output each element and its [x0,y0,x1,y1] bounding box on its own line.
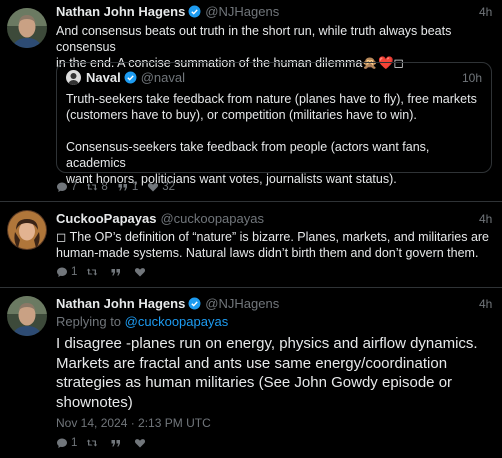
reply-button[interactable]: 1 [56,436,77,450]
tweet-text-line: human-made systems. Natural laws didn’t … [56,246,479,260]
quote-text-line: Consensus-seekers take feedback from peo… [66,140,430,170]
replying-to-link[interactable]: @cuckoopapayas [125,314,229,329]
heart-icon [135,268,146,277]
avatar-naval [66,70,81,85]
tweet-timestamp[interactable]: Nov 14, 2024 · 2:13 PM UTC [56,415,211,431]
heart-icon [135,439,146,448]
tweet-text-line: And consensus beats out truth in the sho… [56,24,452,54]
retweet-icon [87,183,98,191]
replying-to-prefix: Replying to [56,314,122,329]
quote-button[interactable]: 1 [117,180,138,194]
quote-author-handle: @naval [140,70,185,85]
author-name[interactable]: Nathan John Hagens [56,296,185,311]
divider [0,287,502,288]
author-name[interactable]: CuckooPapayas [56,211,156,226]
heart-icon [148,183,159,192]
quoted-tweet[interactable]: Naval @naval 10h Truth-seekers take feedb… [56,62,492,186]
reply-button[interactable]: 1 [56,265,77,279]
tweet-actions: 7 8 1 32 [56,180,184,194]
tweet-text: I disagree -planes run on energy, physic… [56,334,496,412]
like-count: 32 [162,181,176,193]
verified-badge-icon [188,297,201,310]
tweet-time[interactable]: 4h [479,211,492,227]
quote-button[interactable] [110,266,125,278]
retweet-count: 8 [101,181,108,193]
avatar-photo [7,296,47,336]
avatar-photo [66,70,81,85]
tweet3-header: Nathan John Hagens @NJHagens [56,296,279,312]
avatar-photo [7,8,47,48]
quote-author-name: Naval [86,70,121,85]
reply-count: 7 [71,181,78,193]
reply-count: 1 [71,437,78,449]
tweet2-header: CuckooPapayas @cuckoopapayas [56,211,264,227]
quote-icon [118,184,127,191]
quote-text-line: (customers have to buy), or competition … [66,108,417,122]
quote-header: Naval @naval [86,70,185,86]
retweet-icon [87,439,98,447]
author-handle[interactable]: @NJHagens [205,4,279,19]
replying-to: Replying to @cuckoopapayas [56,314,228,330]
quote-time: 10h [461,71,482,85]
author-handle[interactable]: @cuckoopapayas [160,211,264,226]
tweet-time[interactable]: 4h [479,4,492,20]
like-button[interactable] [134,437,149,449]
retweet-button[interactable]: 8 [86,180,108,194]
avatar-njhagens[interactable] [7,296,47,336]
quote-button[interactable] [110,437,125,449]
avatar-cuckoopapayas[interactable] [7,210,47,250]
like-button[interactable]: 32 [147,180,175,194]
reply-icon [57,438,67,448]
retweet-button[interactable] [86,266,101,278]
like-button[interactable] [134,266,149,278]
tweet-text-line: I disagree -planes run on energy, physic… [56,335,478,352]
author-name[interactable]: Nathan John Hagens [56,4,185,19]
quote-icon [111,440,121,447]
retweet-icon [87,268,98,276]
reply-count: 1 [71,266,78,278]
retweet-button[interactable] [86,437,101,449]
tweet1-header: Nathan John Hagens @NJHagens [56,4,279,20]
quote-text-line: Truth-seekers take feedback from nature … [66,92,477,106]
avatar-photo [7,210,47,250]
tweet-text: ◻ The OP’s definition of “nature” is biz… [56,229,496,261]
avatar-njhagens[interactable] [7,8,47,48]
author-handle[interactable]: @NJHagens [205,296,279,311]
divider [0,201,502,202]
reply-icon [57,267,67,277]
quote-icon [111,269,121,276]
reply-icon [57,182,67,192]
tweet-actions: 1 [56,265,158,279]
tweet-actions: 1 [56,436,158,450]
reply-button[interactable]: 7 [56,180,77,194]
tweet-text-line: shownotes) [56,393,133,411]
verified-badge-icon [188,5,201,18]
tweet-text-line: ◻ The OP’s definition of “nature” is biz… [56,230,490,244]
tweet-time[interactable]: 4h [479,296,492,312]
tweet-text-line: Markets are fractal and ants use same en… [56,354,448,372]
quote-count: 1 [131,181,139,193]
quote-text: Truth-seekers take feedback from nature … [66,91,486,187]
verified-badge-icon [124,71,137,84]
tweet-text-line: strategies as human militaries (See John… [56,374,453,391]
